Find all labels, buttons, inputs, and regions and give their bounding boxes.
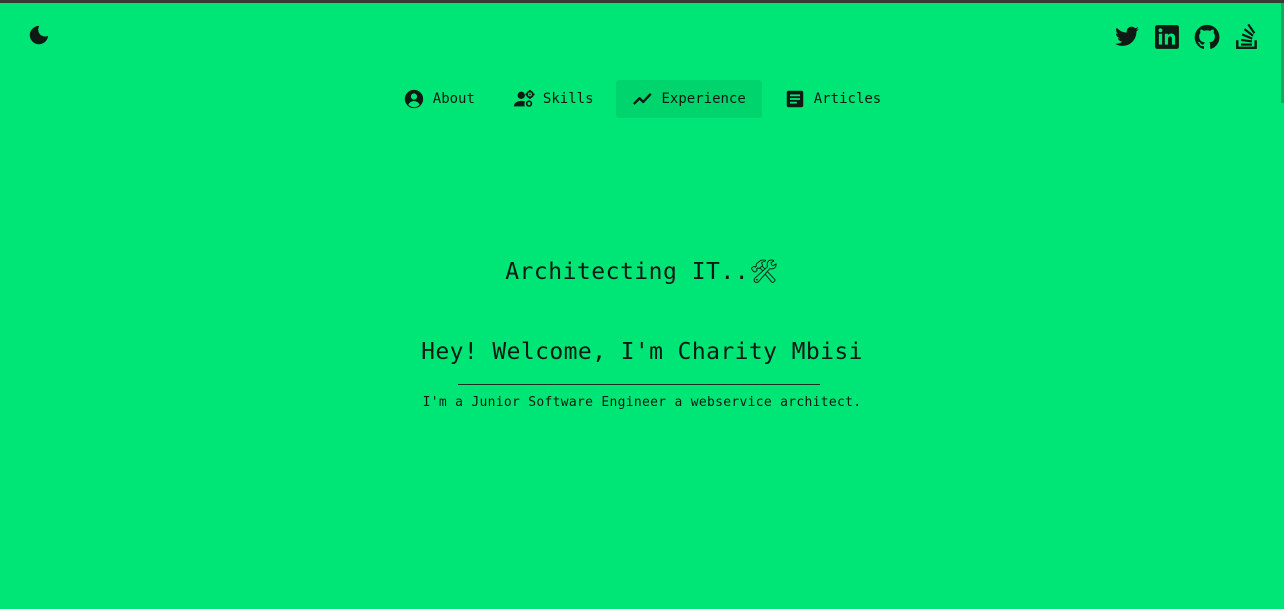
github-link[interactable]	[1194, 24, 1220, 50]
nav-item-label: About	[432, 91, 475, 107]
nav-item-experience[interactable]: Experience	[615, 80, 762, 118]
user-circle-icon	[404, 89, 423, 109]
theme-toggle-button[interactable]	[28, 24, 50, 46]
linkedin-icon	[1155, 25, 1179, 49]
article-icon	[786, 90, 804, 108]
github-icon	[1194, 24, 1220, 49]
nav-item-label: Skills	[542, 91, 594, 107]
nav-item-label: Articles	[813, 91, 882, 107]
trending-line-icon	[632, 93, 652, 105]
tagline: I'm a Junior Software Engineer a webserv…	[422, 395, 862, 410]
stackoverflow-icon	[1236, 24, 1257, 50]
moon-icon	[29, 25, 49, 45]
user-gear-icon	[513, 89, 535, 107]
window-top-border	[0, 0, 1284, 3]
twitter-icon	[1115, 26, 1139, 46]
stackoverflow-link[interactable]	[1234, 24, 1260, 50]
social-links	[1114, 24, 1260, 50]
welcome-heading: Hey! Welcome, I'm Charity Mbisi	[421, 339, 863, 365]
hero-title: Architecting IT..🛠	[505, 259, 779, 285]
linkedin-link[interactable]	[1154, 24, 1180, 50]
nav-item-skills[interactable]: Skills	[497, 80, 610, 118]
twitter-link[interactable]	[1114, 24, 1140, 50]
nav-item-about[interactable]: About	[387, 80, 491, 118]
divider	[458, 384, 820, 385]
main-nav: About Skills Experience Articles	[0, 80, 1284, 118]
nav-item-articles[interactable]: Articles	[768, 80, 897, 118]
nav-item-label: Experience	[661, 91, 746, 107]
